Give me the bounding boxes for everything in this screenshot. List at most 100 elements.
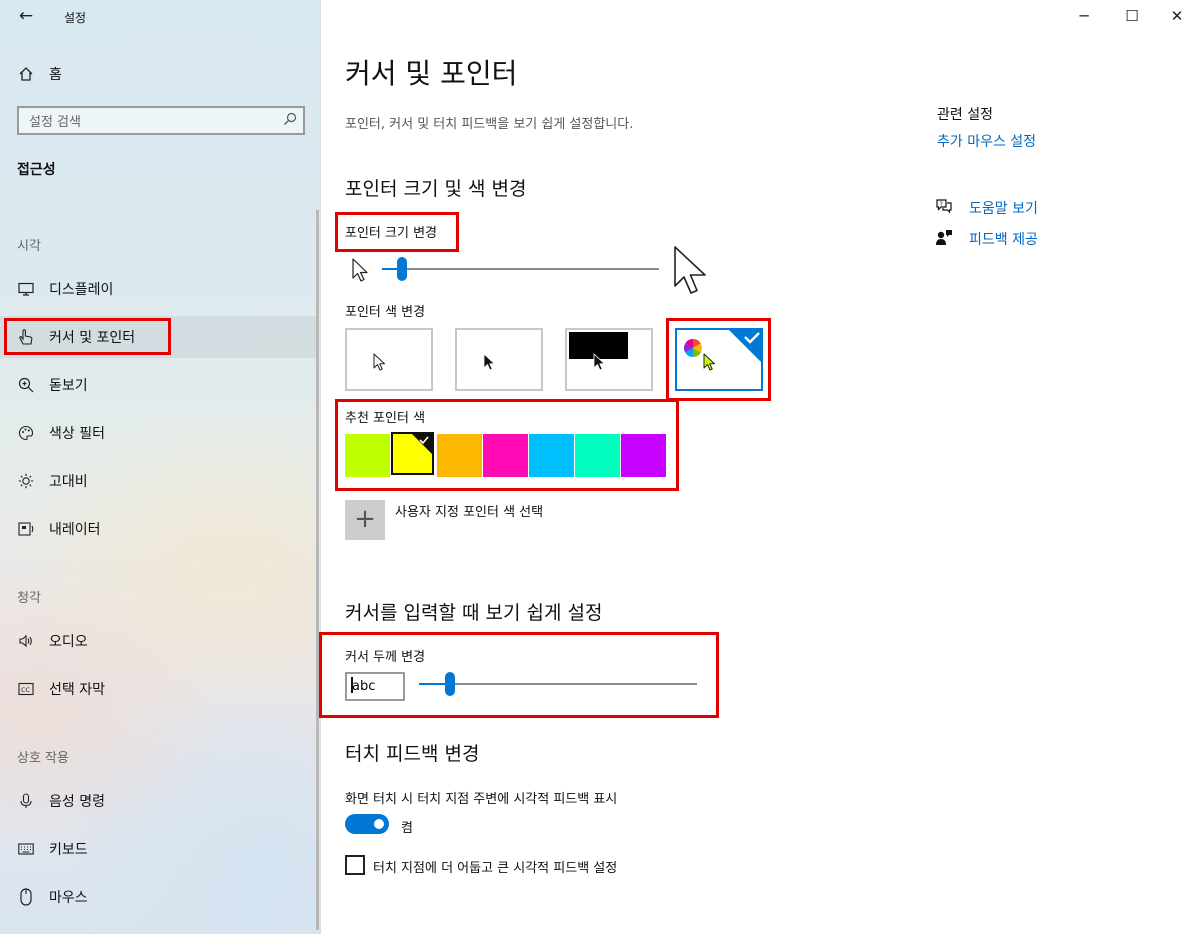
color-swatch[interactable] [575, 434, 620, 477]
pointer-section-heading: 포인터 크기 및 색 변경 [345, 178, 527, 200]
search-placeholder: 설정 검색 [29, 115, 81, 130]
touch-section-heading: 터치 피드백 변경 [345, 743, 480, 765]
color-wheel-icon [683, 339, 703, 357]
color-swatch[interactable] [621, 434, 666, 477]
pointer-color-custom[interactable] [675, 328, 763, 391]
sidebar: ← 설정 홈 설정 검색 접근성 시각 디스플레이 커서 및 포인터 돋보기 색… [0, 0, 321, 934]
pointer-size-slider-thumb[interactable] [397, 257, 407, 281]
sidebar-item-magnifier[interactable]: 돋보기 [0, 364, 318, 406]
sidebar-item-label: 선택 자막 [49, 682, 105, 698]
color-swatch[interactable] [391, 432, 434, 475]
pointer-color-inverted[interactable] [565, 328, 653, 391]
highlight-box [4, 318, 171, 355]
sidebar-item-label: 홈 [49, 67, 62, 83]
touch-feedback-label: 화면 터치 시 터치 지점 주변에 시각적 피드백 표시 [345, 792, 618, 807]
color-swatch[interactable] [483, 434, 528, 477]
toggle-state-label: 켬 [401, 821, 413, 836]
microphone-icon [17, 792, 35, 810]
close-button[interactable]: ✕ [1155, 4, 1199, 30]
cursor-preview-text: abc [352, 679, 376, 694]
sidebar-item-label: 고대비 [49, 474, 88, 490]
cursor-thickness-slider-thumb[interactable] [445, 672, 455, 696]
svg-text:?: ? [940, 201, 943, 208]
sidebar-item-high-contrast[interactable]: 고대비 [0, 460, 318, 502]
speaker-icon [17, 632, 35, 650]
large-pointer-icon [672, 244, 710, 300]
svg-text:CC: CC [21, 686, 31, 694]
sidebar-item-keyboard[interactable]: 키보드 [0, 828, 318, 870]
back-arrow-icon: ← [18, 6, 34, 26]
sidebar-item-label: 오디오 [49, 634, 88, 650]
feedback-link[interactable]: 피드백 제공 [969, 229, 1038, 249]
custom-color-label[interactable]: 사용자 지정 포인터 색 선택 [395, 501, 543, 520]
sidebar-item-label: 마우스 [49, 890, 88, 906]
home-icon [17, 65, 35, 83]
help-link[interactable]: 도움말 보기 [969, 198, 1038, 218]
cursor-thickness-slider[interactable] [419, 683, 697, 685]
black-pointer-icon [483, 353, 495, 371]
pointer-color-label: 포인터 색 변경 [345, 305, 426, 320]
search-icon [283, 112, 303, 130]
selected-check-icon [411, 433, 433, 455]
sidebar-item-label: 음성 명령 [49, 794, 105, 810]
pointer-color-white[interactable] [345, 328, 433, 391]
cursor-thickness-label: 커서 두께 변경 [345, 650, 426, 665]
toggle-knob [374, 819, 384, 829]
feedback-icon [935, 229, 953, 247]
minimize-icon: ─ [1079, 7, 1089, 25]
plus-icon: + [354, 504, 376, 534]
maximize-icon: ☐ [1125, 7, 1139, 25]
sidebar-item-captions[interactable]: CC 선택 자막 [0, 668, 318, 710]
app-title: 설정 [64, 11, 87, 25]
narrator-icon [17, 520, 35, 538]
darker-feedback-label[interactable]: 터치 지점에 더 어둡고 큰 시각적 피드백 설정 [373, 857, 617, 876]
darker-feedback-checkbox[interactable] [345, 855, 365, 875]
section-heading-hearing: 청각 [17, 591, 41, 606]
monitor-icon [17, 280, 35, 298]
sidebar-item-color-filters[interactable]: 색상 필터 [0, 412, 318, 454]
white-pointer-icon [373, 353, 385, 371]
pointer-size-slider[interactable] [382, 268, 659, 270]
sidebar-item-label: 디스플레이 [49, 282, 114, 298]
cursor-section-heading: 커서를 입력할 때 보기 쉽게 설정 [345, 602, 603, 624]
minimize-button[interactable]: ─ [1062, 4, 1106, 30]
additional-mouse-settings-link[interactable]: 추가 마우스 설정 [937, 131, 1036, 151]
recommended-colors-label: 추천 포인터 색 [345, 411, 426, 426]
small-pointer-icon [351, 257, 371, 287]
close-icon: ✕ [1170, 7, 1184, 25]
section-heading-vision: 시각 [17, 239, 41, 254]
sidebar-item-mouse[interactable]: 마우스 [0, 876, 318, 918]
sidebar-item-speech[interactable]: 음성 명령 [0, 780, 318, 822]
maximize-button[interactable]: ☐ [1110, 4, 1154, 30]
mouse-icon [17, 888, 35, 906]
color-swatch[interactable] [529, 434, 574, 477]
title-bar: ← 설정 [0, 0, 321, 34]
keyboard-icon [17, 840, 35, 858]
search-input[interactable]: 설정 검색 [17, 106, 305, 135]
page-description: 포인터, 커서 및 터치 피드백을 보기 쉽게 설정합니다. [345, 117, 634, 132]
sidebar-item-label: 돋보기 [49, 378, 88, 394]
sun-icon [17, 472, 35, 490]
touch-feedback-toggle[interactable] [345, 814, 389, 834]
page-title: 커서 및 포인터 [345, 57, 518, 90]
sidebar-item-home[interactable]: 홈 [0, 56, 318, 92]
sidebar-item-display[interactable]: 디스플레이 [0, 268, 318, 310]
color-swatch[interactable] [437, 434, 482, 477]
selected-corner-icon [727, 328, 763, 364]
palette-icon [17, 424, 35, 442]
color-swatch[interactable] [345, 434, 390, 477]
cursor-preview-box: abc [345, 672, 405, 701]
back-button[interactable]: ← [14, 5, 38, 29]
add-custom-color-button[interactable]: + [345, 500, 385, 540]
sidebar-item-audio[interactable]: 오디오 [0, 620, 318, 662]
inverted-pointer-icon [593, 353, 605, 371]
sidebar-scrollbar[interactable] [316, 210, 319, 930]
sidebar-item-narrator[interactable]: 내레이터 [0, 508, 318, 550]
custom-pointer-icon [703, 353, 715, 371]
magnifier-icon [17, 376, 35, 394]
sidebar-item-cursor-pointer[interactable]: 커서 및 포인터 [0, 316, 318, 358]
sidebar-item-label: 키보드 [49, 842, 88, 858]
sidebar-item-label: 내레이터 [49, 522, 101, 538]
pointer-color-black[interactable] [455, 328, 543, 391]
related-settings-title: 관련 설정 [937, 107, 993, 123]
